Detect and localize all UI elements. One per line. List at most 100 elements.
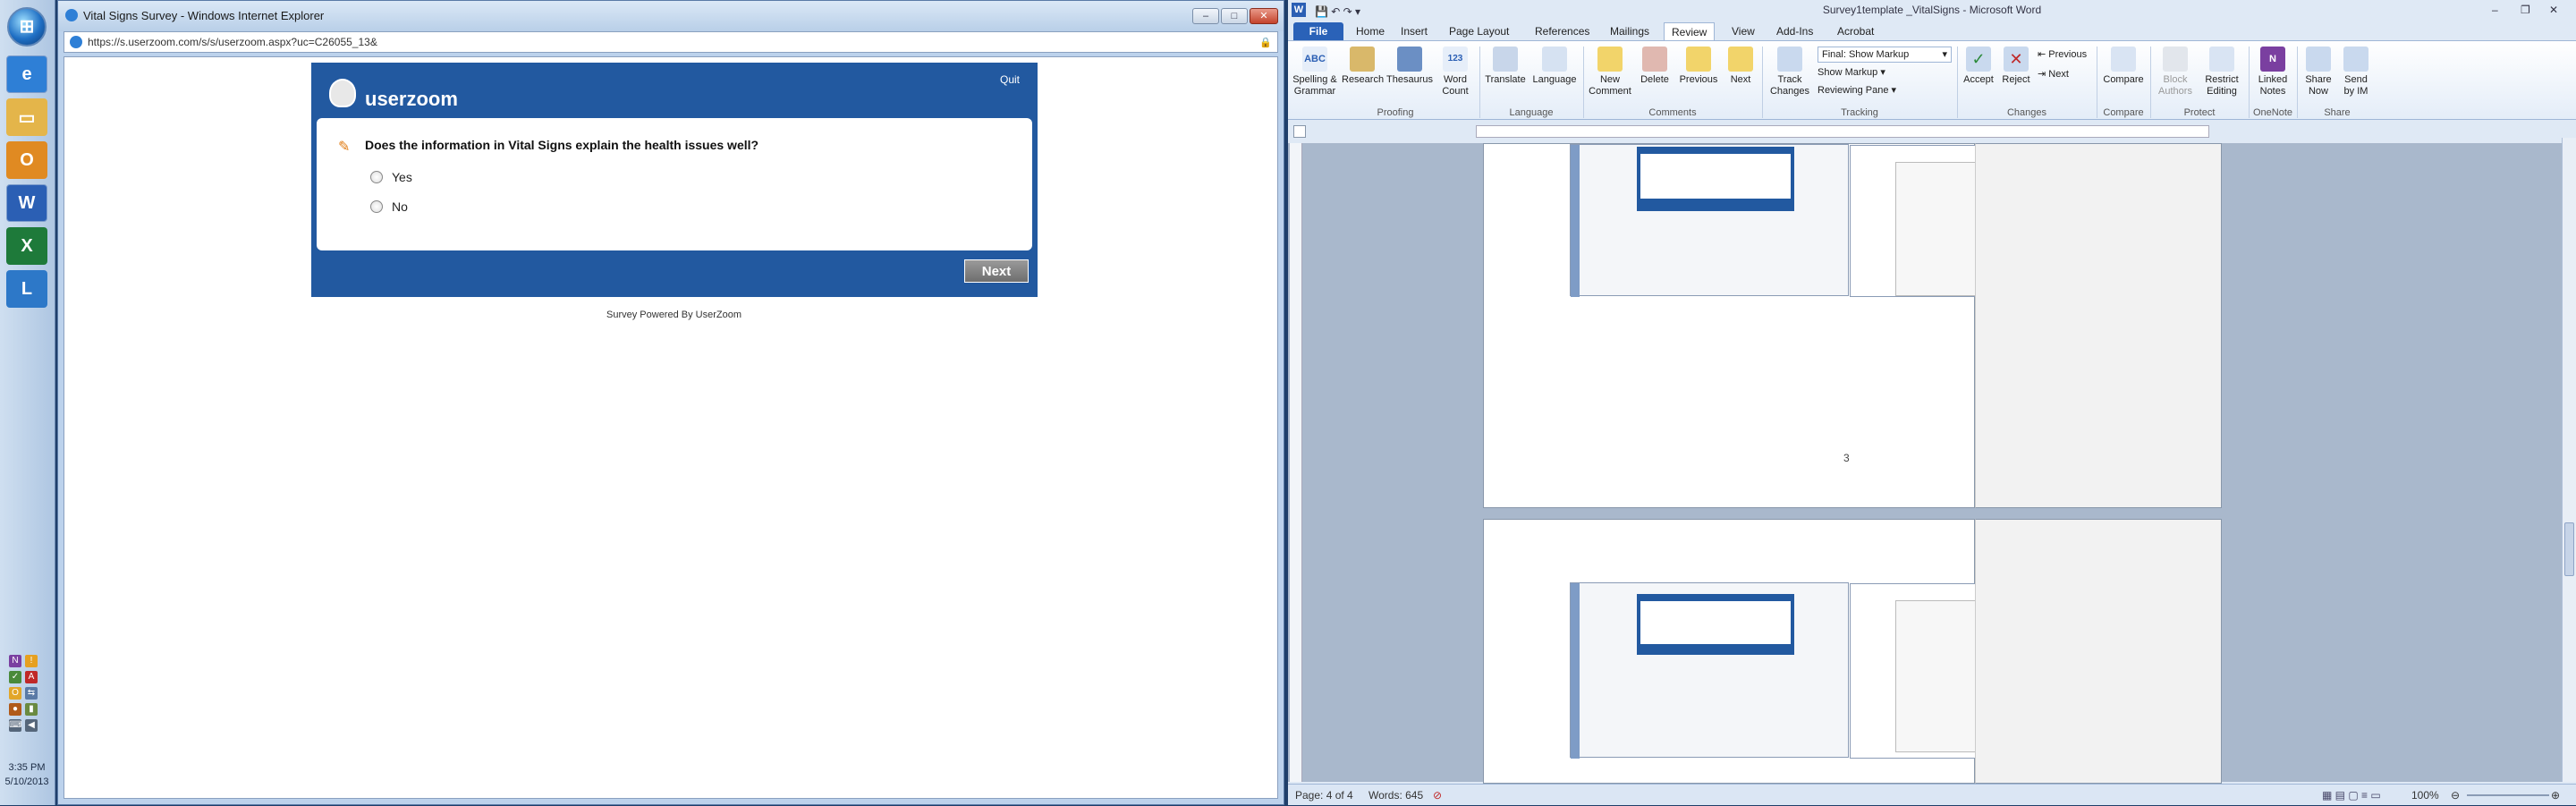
word-minimize-button[interactable]: – <box>2492 0 2498 20</box>
previous-comment-icon <box>1686 47 1711 72</box>
outlook-taskbar-icon[interactable]: O <box>6 141 47 179</box>
reviewing-pane-dropdown[interactable]: Reviewing Pane ▾ <box>1818 84 1896 96</box>
next-comment-button[interactable]: Next <box>1723 47 1758 86</box>
delete-comment-button[interactable]: Delete <box>1635 47 1674 86</box>
update-tray-icon[interactable]: ! <box>25 655 38 667</box>
internet-explorer-window: Vital Signs Survey - Windows Internet Ex… <box>57 0 1284 805</box>
clock-date[interactable]: 5/10/2013 <box>0 776 54 787</box>
spelling-grammar-button[interactable]: ABC Spelling & Grammar <box>1292 47 1338 98</box>
radio-yes[interactable] <box>370 171 383 183</box>
tab-references[interactable]: References <box>1528 22 1597 40</box>
onenote-tray-icon[interactable]: N <box>9 655 21 667</box>
option-yes-label[interactable]: Yes <box>392 170 412 184</box>
tab-add-ins[interactable]: Add-Ins <box>1769 22 1820 40</box>
onenote-icon: N <box>2260 47 2285 72</box>
thesaurus-button[interactable]: Thesaurus <box>1385 47 1435 86</box>
show-markup-dropdown[interactable]: Show Markup ▾ <box>1818 66 1885 78</box>
acrobat-tray-icon[interactable]: A <box>25 671 38 683</box>
tab-acrobat[interactable]: Acrobat <box>1830 22 1881 40</box>
vertical-scrollbar[interactable] <box>2562 138 2576 782</box>
windows-explorer-taskbar-icon[interactable]: ▭ <box>6 98 47 136</box>
internet-explorer-taskbar-icon[interactable]: e <box>6 55 47 93</box>
close-button[interactable]: ✕ <box>1250 8 1278 24</box>
group-separator <box>2297 47 2298 118</box>
translate-button[interactable]: Translate <box>1483 47 1528 86</box>
markup-display-dropdown[interactable]: Final: Show Markup ▾ <box>1818 47 1952 63</box>
markup-area <box>1975 143 2222 508</box>
word-restore-button[interactable]: ❐ <box>2521 0 2530 20</box>
language-button[interactable]: Language <box>1530 47 1580 86</box>
previous-change-button[interactable]: ⇤ Previous <box>2038 48 2087 60</box>
view-buttons[interactable]: ▦ ▤ ▢ ≡ ▭ <box>2322 785 2381 806</box>
option-yes[interactable]: Yes <box>370 170 412 184</box>
scrollbar-thumb[interactable] <box>2564 522 2574 576</box>
zoom-out-button[interactable]: ⊖ <box>2451 785 2460 806</box>
compare-button[interactable]: Compare <box>2100 47 2147 86</box>
network-tray-icon[interactable]: ⇆ <box>25 687 38 700</box>
linked-notes-button[interactable]: N Linked Notes <box>2252 47 2293 98</box>
previous-comment-button[interactable]: Previous <box>1676 47 1721 86</box>
clock-time[interactable]: 3:35 PM <box>0 762 54 773</box>
tab-selector[interactable] <box>1293 125 1306 138</box>
zoom-slider[interactable] <box>2467 794 2549 796</box>
review-ribbon: ABC Spelling & Grammar Research Thesauru… <box>1288 41 2576 120</box>
word-count-button[interactable]: 123 Word Count <box>1436 47 1474 98</box>
group-separator <box>1583 47 1584 118</box>
document-page-3[interactable]: 3 <box>1483 143 2129 508</box>
address-bar[interactable]: https://s.userzoom.com/s/s/userzoom.aspx… <box>64 31 1278 53</box>
excel-taskbar-icon[interactable]: X <box>6 227 47 265</box>
ribbon-tabs: File Home Insert Page Layout References … <box>1288 20 2576 41</box>
tab-home[interactable]: Home <box>1349 22 1392 40</box>
next-button[interactable]: Next <box>964 259 1029 283</box>
translate-icon <box>1493 47 1518 72</box>
volume-tray-icon[interactable]: ◀ <box>25 719 38 732</box>
ie-app-icon <box>65 9 78 21</box>
minimize-button[interactable]: – <box>1192 8 1219 24</box>
survey-footer: Survey Powered By UserZoom <box>606 310 741 320</box>
lock-icon[interactable]: 🔒 <box>1259 37 1272 48</box>
new-comment-button[interactable]: New Comment <box>1587 47 1633 98</box>
security-tray-icon[interactable]: ✓ <box>9 671 21 683</box>
tab-page-layout[interactable]: Page Layout <box>1442 22 1516 40</box>
maximize-button[interactable]: □ <box>1221 8 1248 24</box>
horizontal-ruler[interactable] <box>1476 125 2209 138</box>
battery-tray-icon[interactable]: ▮ <box>25 703 38 716</box>
address-url[interactable]: https://s.userzoom.com/s/s/userzoom.aspx… <box>88 36 377 48</box>
tab-view[interactable]: View <box>1724 22 1762 40</box>
word-taskbar-icon[interactable]: W <box>6 184 47 222</box>
tab-insert[interactable]: Insert <box>1394 22 1435 40</box>
zoom-in-button[interactable]: ⊕ <box>2551 785 2560 806</box>
word-app-icon[interactable]: W <box>1292 3 1306 17</box>
tab-review[interactable]: Review <box>1664 22 1716 40</box>
page-count[interactable]: Page: 4 of 4 <box>1295 785 1353 806</box>
start-button[interactable]: ⊞ <box>7 7 47 47</box>
proofing-status-icon[interactable]: ⊘ <box>1433 785 1442 806</box>
tab-mailings[interactable]: Mailings <box>1603 22 1657 40</box>
lync-tray-icon[interactable]: ● <box>9 703 21 716</box>
option-no-label[interactable]: No <box>392 199 408 214</box>
accept-check-icon: ✓ <box>1966 47 1991 72</box>
zoom-level[interactable]: 100% <box>2411 785 2439 806</box>
word-count[interactable]: Words: 645 <box>1368 785 1423 806</box>
next-change-button[interactable]: ⇥ Next <box>2038 68 2069 80</box>
research-button[interactable]: Research <box>1342 47 1384 86</box>
quit-link[interactable]: Quit <box>1000 73 1020 86</box>
send-by-im-button[interactable]: Send by IM <box>2338 47 2374 98</box>
keyboard-tray-icon[interactable]: ⌨ <box>9 719 21 732</box>
radio-no[interactable] <box>370 200 383 213</box>
embedded-screenshot-2 <box>1570 582 2129 759</box>
share-now-button[interactable]: Share Now <box>2301 47 2336 98</box>
quick-access-toolbar[interactable]: 💾 ↶ ↷ ▾ <box>1315 2 1360 21</box>
document-page-4[interactable] <box>1483 519 2129 784</box>
outlook-tray-icon[interactable]: O <box>9 687 21 700</box>
option-no[interactable]: No <box>370 199 408 214</box>
track-changes-button[interactable]: Track Changes <box>1766 47 1814 98</box>
word-close-button[interactable]: ✕ <box>2549 0 2558 20</box>
vertical-ruler[interactable] <box>1290 143 1302 782</box>
lync-taskbar-icon[interactable]: L <box>6 270 47 308</box>
tab-file[interactable]: File <box>1293 22 1343 40</box>
block-authors-button[interactable]: Block Authors <box>2154 47 2197 98</box>
reject-button[interactable]: ✕ Reject <box>1998 47 2034 86</box>
restrict-editing-button[interactable]: Restrict Editing <box>2199 47 2245 98</box>
accept-button[interactable]: ✓ Accept <box>1961 47 1996 86</box>
